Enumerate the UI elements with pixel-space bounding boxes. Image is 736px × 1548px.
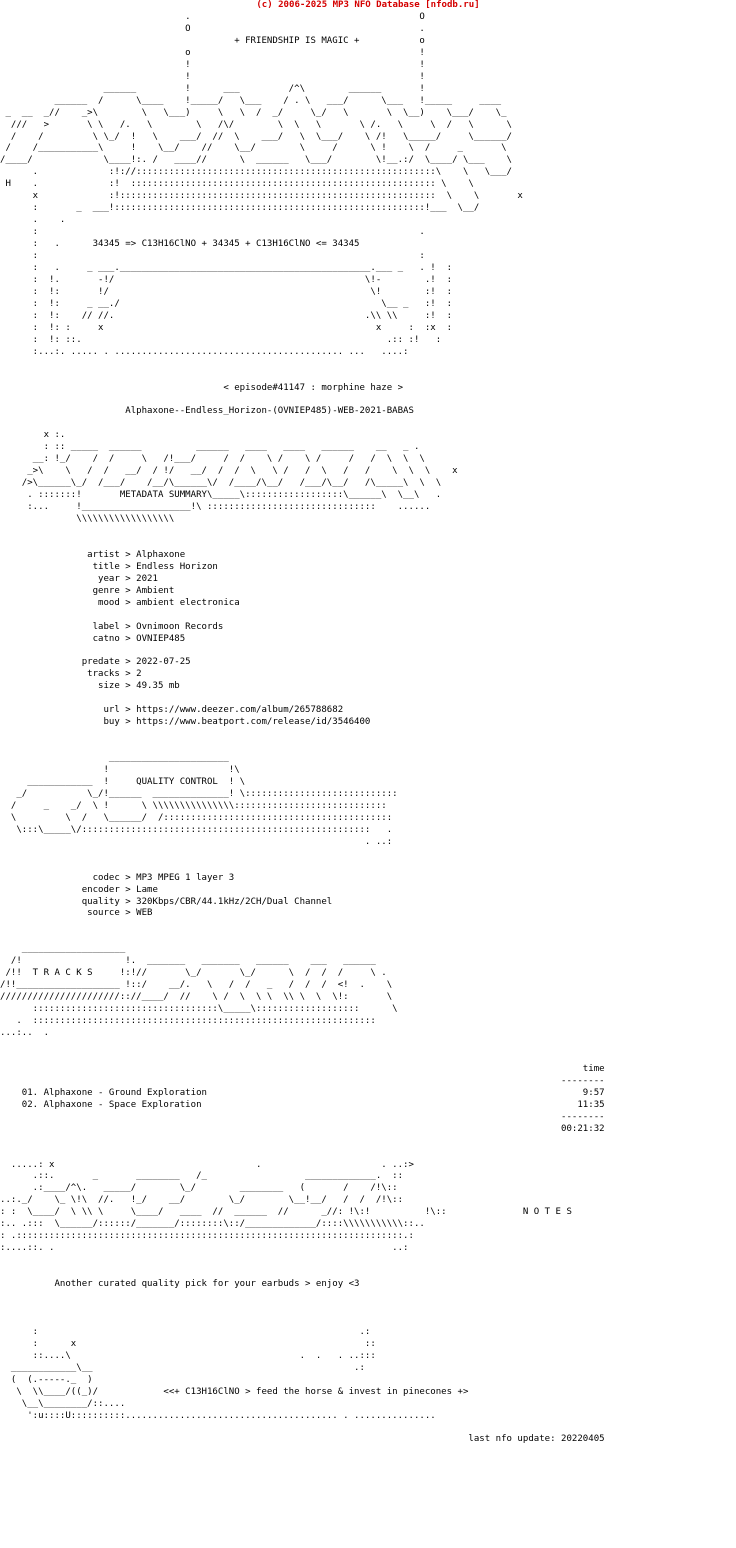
ascii-art-canvas: . O O . + FRIENDSHIP IS MAGIC + o o ! ! … xyxy=(0,12,605,1445)
nfo-body: . O O . + FRIENDSHIP IS MAGIC + o o ! ! … xyxy=(0,12,736,1446)
site-header: (c) 2006-2025 MP3 NFO Database [nfodb.ru… xyxy=(256,0,480,10)
nfo-document: (c) 2006-2025 MP3 NFO Database [nfodb.ru… xyxy=(0,0,736,1548)
